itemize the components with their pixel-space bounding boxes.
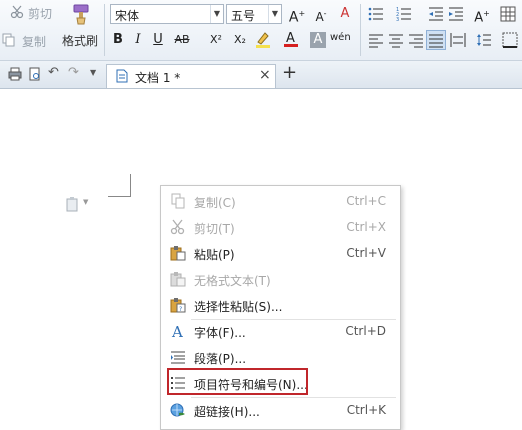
decrease-indent-icon[interactable] <box>428 6 444 22</box>
scissors-icon <box>10 5 24 19</box>
format-painter-label: 格式刷 <box>62 34 99 48</box>
copy-label: 复制 <box>22 35 47 49</box>
cut-button[interactable]: 剪切 <box>10 4 58 22</box>
menu-item-label: 无格式文本(T) <box>194 274 271 288</box>
document-tab-bar: ↶ ↷ ▼ 文档 1 * × + <box>0 61 522 89</box>
menu-item-label: 段落(P)... <box>194 352 247 366</box>
menu-item-label: 超链接(H)... <box>194 405 260 419</box>
divider <box>104 4 105 56</box>
align-justify-button[interactable] <box>426 30 446 50</box>
phonetic-guide-button[interactable]: wén <box>330 28 351 48</box>
chevron-down-icon: ▼ <box>268 5 281 23</box>
menu-item-paste-special[interactable]: ? 选择性粘贴(S)... <box>161 292 400 318</box>
highlight-box <box>167 368 308 395</box>
chevron-down-icon: ▼ <box>83 198 89 206</box>
align-right-icon[interactable] <box>408 32 424 48</box>
menu-item-label: 选择性粘贴(S)... <box>194 300 283 314</box>
shrink-font-button[interactable]: A- <box>312 4 330 24</box>
close-icon[interactable]: × <box>259 67 271 83</box>
copy-icon <box>171 193 185 209</box>
menu-item-label: 剪切(T) <box>194 222 235 236</box>
svg-text:3: 3 <box>396 17 399 22</box>
tab-document-1[interactable]: 文档 1 * × <box>106 64 276 88</box>
document-icon <box>116 69 128 83</box>
menu-item-paste-plain-text[interactable]: 无格式文本(T) <box>161 266 400 292</box>
scissors-icon <box>170 219 185 235</box>
clear-format-button[interactable]: A <box>336 4 354 24</box>
font-size-value: 五号 <box>231 9 256 23</box>
menu-item-label: 字体(F)... <box>194 326 246 340</box>
char-shading-button[interactable]: A <box>310 32 326 48</box>
redo-icon[interactable]: ↷ <box>68 65 79 80</box>
paste-icon <box>170 246 186 261</box>
menu-item-label: 复制(C) <box>194 196 236 210</box>
underline-button[interactable]: U <box>150 30 166 50</box>
undo-icon[interactable]: ↶ <box>48 65 59 80</box>
ribbon-toolbar: 剪切 复制 格式刷 宋体 ▼ 五号 ▼ A+ A- A B I U AB X² … <box>0 0 522 61</box>
hyperlink-icon <box>170 403 185 417</box>
tab-title: 文档 1 * <box>135 71 181 85</box>
menu-item-shortcut: Ctrl+D <box>345 324 386 338</box>
menu-item-shortcut: Ctrl+K <box>346 403 386 417</box>
new-tab-button[interactable]: + <box>282 62 297 83</box>
align-justify-icon <box>429 34 443 48</box>
distribute-icon[interactable] <box>450 32 466 48</box>
paste-options-icon <box>66 197 78 212</box>
paste-special-icon: ? <box>170 298 186 313</box>
menu-item-shortcut: Ctrl+X <box>346 220 386 234</box>
paste-plain-icon <box>170 272 186 287</box>
copy-icon <box>2 33 15 47</box>
bold-button[interactable]: B <box>110 30 126 50</box>
paste-options-button[interactable]: ▼ <box>66 196 92 212</box>
grow-font-button[interactable]: A+ <box>288 4 306 26</box>
align-center-icon[interactable] <box>388 32 404 48</box>
menu-item-shortcut: Ctrl+C <box>346 194 386 208</box>
quick-access-chevron-down-icon[interactable]: ▼ <box>90 68 96 77</box>
brush-icon <box>73 4 89 25</box>
copy-button[interactable]: 复制 <box>0 32 58 50</box>
bullet-list-icon[interactable] <box>368 6 384 22</box>
chevron-down-icon: ▼ <box>210 5 223 23</box>
divider <box>360 4 361 56</box>
highlight-button[interactable] <box>254 30 272 50</box>
svg-text:?: ? <box>179 306 182 313</box>
svg-text:A: A <box>286 31 295 46</box>
font-icon: A <box>171 323 183 339</box>
italic-button[interactable]: I <box>130 30 146 50</box>
align-left-icon[interactable] <box>368 32 384 48</box>
print-preview-icon[interactable] <box>28 67 42 81</box>
cut-label: 剪切 <box>28 7 53 21</box>
superscript-button[interactable]: X² <box>206 30 226 50</box>
page-margin-marker <box>108 174 131 197</box>
menu-item-label: 粘贴(P) <box>194 248 235 262</box>
font-size-select[interactable]: 五号 ▼ <box>226 4 282 24</box>
menu-item-paste[interactable]: 粘贴(P) Ctrl+V <box>161 240 400 266</box>
highlighter-icon <box>256 32 270 48</box>
strikethrough-button[interactable]: AB <box>170 30 194 50</box>
subscript-button[interactable]: X₂ <box>230 30 250 50</box>
table-icon[interactable] <box>500 6 516 22</box>
menu-item-shortcut: Ctrl+V <box>346 246 386 260</box>
font-color-icon: A <box>284 31 298 47</box>
borders-icon[interactable] <box>502 32 518 48</box>
menu-item-cut[interactable]: 剪切(T) Ctrl+X <box>161 214 400 240</box>
svg-text:A: A <box>171 323 183 339</box>
print-icon[interactable] <box>8 67 22 81</box>
char-spacing-button[interactable]: A+ <box>472 4 492 25</box>
menu-item-hyperlink[interactable]: 超链接(H)... Ctrl+K <box>161 397 400 423</box>
font-name-select[interactable]: 宋体 ▼ <box>110 4 224 24</box>
menu-item-font[interactable]: A 字体(F)... Ctrl+D <box>161 318 400 344</box>
font-name-value: 宋体 <box>115 9 140 23</box>
menu-item-copy[interactable]: 复制(C) Ctrl+C <box>161 188 400 214</box>
paragraph-icon <box>171 351 185 364</box>
numbered-list-icon[interactable]: 1 2 3 <box>396 6 412 22</box>
line-spacing-icon[interactable] <box>476 32 492 48</box>
format-painter-button[interactable]: 格式刷 <box>62 2 100 50</box>
menu-item-paragraph[interactable]: 段落(P)... <box>161 344 400 370</box>
increase-indent-icon[interactable] <box>448 6 464 22</box>
font-color-button[interactable]: A <box>282 30 300 50</box>
